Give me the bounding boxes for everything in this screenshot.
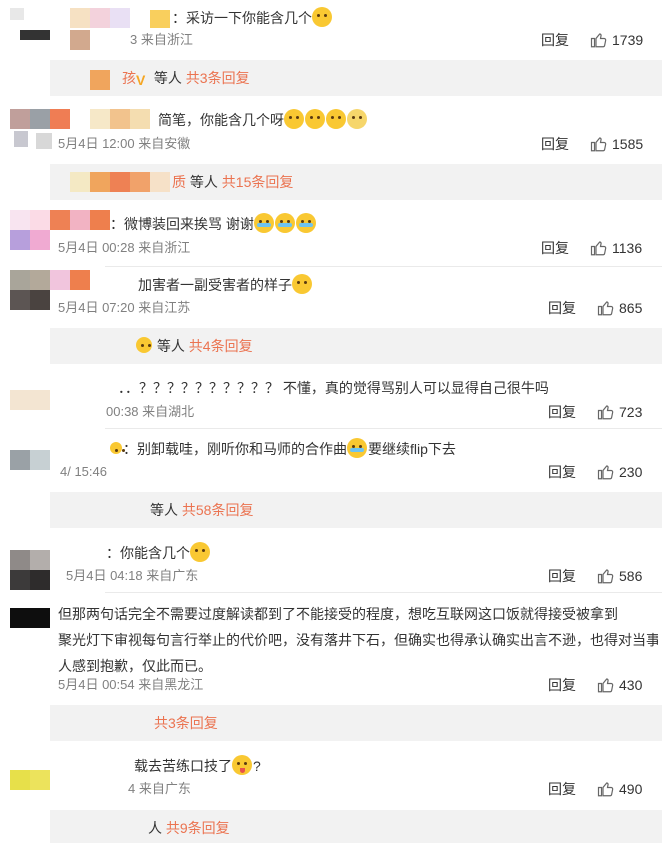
divider xyxy=(105,428,662,429)
reply-button[interactable]: 回复 xyxy=(541,31,569,49)
avatar[interactable] xyxy=(10,210,50,250)
subreply-bar[interactable]: 质 等人 共15条回复 xyxy=(50,164,662,200)
reply-button[interactable]: 回复 xyxy=(548,567,576,585)
comment-text: ：采访一下你能含几个 xyxy=(172,10,312,26)
comment-meta: 4/ 15:46 xyxy=(60,464,107,479)
like-count: 1585 xyxy=(612,136,644,152)
like-count: 865 xyxy=(619,300,643,316)
thumbs-up-icon xyxy=(590,137,607,152)
thumbs-up-icon xyxy=(590,241,607,256)
like-button[interactable]: 230 xyxy=(597,463,642,481)
avatar[interactable] xyxy=(10,608,50,628)
subreply-bar[interactable]: 等人 共58条回复 xyxy=(50,492,662,528)
username-redacted[interactable] xyxy=(50,210,110,230)
comment-text: ．．？？？？？？？？？？ 不懂，真的觉得骂别人可以显得自己很牛吗 xyxy=(118,380,549,396)
comment-meta: 3 来自浙江 xyxy=(130,32,193,47)
divider xyxy=(105,266,662,267)
like-count: 723 xyxy=(619,404,643,420)
comment-text: 加害者一副受害者的样子 xyxy=(138,277,292,293)
emoji-icon xyxy=(136,337,152,353)
thumbs-up-icon xyxy=(597,465,614,480)
subreply-count[interactable]: 共9条回复 xyxy=(166,820,230,836)
thumbs-up-icon xyxy=(597,782,614,797)
like-button[interactable]: 586 xyxy=(597,567,642,585)
comment-text: ：别卸载哇，刚听你和马师的合作曲 xyxy=(123,441,347,457)
like-count: 586 xyxy=(619,568,643,584)
emoji-icon xyxy=(312,7,332,27)
subreply-bar[interactable]: 等人 共4条回复 xyxy=(50,328,662,364)
avatar[interactable] xyxy=(10,390,50,410)
subreply-who: 等人 xyxy=(156,338,185,354)
subreply-count[interactable]: 共3条回复 xyxy=(154,715,218,731)
username-redacted[interactable] xyxy=(50,270,90,290)
thumbs-up-icon xyxy=(597,678,614,693)
emoji-icon xyxy=(232,755,252,775)
reply-button[interactable]: 回复 xyxy=(548,463,576,481)
comment-text: 但那两句话完全不需要过度解读都到了不能接受的程度，想吃互联网这口饭就得接受被拿到… xyxy=(58,606,658,674)
comment-meta: 5月4日 12:00 来自安徽 xyxy=(58,136,191,151)
emoji-icon xyxy=(347,438,367,458)
like-count: 490 xyxy=(619,781,643,797)
reply-button[interactable]: 回复 xyxy=(548,299,576,317)
comment-meta: 5月4日 04:18 来自广东 xyxy=(66,568,199,583)
subreply-who: 等人 xyxy=(150,502,178,518)
like-button[interactable]: 1739 xyxy=(590,31,643,49)
subreply-count[interactable]: 共15条回复 xyxy=(222,174,294,190)
comment-meta: 4 来自广东 xyxy=(128,781,191,796)
subreply-count[interactable]: 共58条回复 xyxy=(182,502,254,518)
like-button[interactable]: 1585 xyxy=(590,135,643,153)
subreply-bar[interactable]: 共3条回复 xyxy=(50,705,662,741)
like-button[interactable]: 430 xyxy=(597,676,642,694)
subreply-who: 等人 xyxy=(189,174,218,190)
emoji-icon xyxy=(292,274,312,294)
avatar[interactable] xyxy=(10,550,50,590)
v-badge-icon: V xyxy=(136,72,146,88)
username-redacted[interactable] xyxy=(70,8,130,30)
comment-meta: 00:38 来自湖北 xyxy=(106,404,195,419)
like-count: 230 xyxy=(619,464,643,480)
subreply-count[interactable]: 共3条回复 xyxy=(186,70,250,86)
comment-text: ：你能含几个 xyxy=(106,545,190,561)
reply-button[interactable]: 回复 xyxy=(541,239,569,257)
avatar[interactable] xyxy=(10,270,50,310)
comment-meta: 5月4日 07:20 来自江苏 xyxy=(58,300,191,315)
subreply-bar[interactable]: 人 共9条回复 xyxy=(50,810,662,843)
avatar[interactable] xyxy=(10,8,52,42)
thumbs-up-icon xyxy=(590,33,607,48)
divider xyxy=(105,592,662,593)
comment-text: 简笔，你能含几个呀 xyxy=(158,112,284,128)
like-button[interactable]: 1136 xyxy=(590,239,642,257)
comment-text: ：微博装回来挨骂 谢谢 xyxy=(110,216,254,232)
like-count: 1739 xyxy=(612,32,644,48)
like-button[interactable]: 865 xyxy=(597,299,642,317)
reply-button[interactable]: 回复 xyxy=(541,135,569,153)
like-button[interactable]: 490 xyxy=(597,780,642,798)
subreply-who: 人 xyxy=(148,820,162,836)
emoji-icon xyxy=(295,213,316,233)
thumbs-up-icon xyxy=(597,569,614,584)
subreply-who: 等人 xyxy=(153,70,182,86)
reply-button[interactable]: 回复 xyxy=(548,780,576,798)
username-redacted[interactable] xyxy=(90,109,150,129)
reply-button[interactable]: 回复 xyxy=(548,676,576,694)
like-count: 430 xyxy=(619,677,643,693)
subreply-count[interactable]: 共4条回复 xyxy=(189,338,253,354)
emoji-icon xyxy=(347,109,367,129)
thumbs-up-icon xyxy=(597,301,614,316)
avatar[interactable] xyxy=(10,450,50,470)
emoji-icon xyxy=(190,542,210,562)
like-count: 1136 xyxy=(612,240,643,256)
comment-text: 载去苦练口技了 xyxy=(134,758,232,774)
reply-button[interactable]: 回复 xyxy=(548,403,576,421)
comment-meta: 5月4日 00:54 来自黑龙江 xyxy=(58,677,204,692)
like-button[interactable]: 723 xyxy=(597,403,642,421)
avatar[interactable] xyxy=(10,770,50,790)
subreply-bar[interactable]: 孩V 等人 共3条回复 xyxy=(50,60,662,96)
comment-meta: 5月4日 00:28 来自浙江 xyxy=(58,240,191,255)
thumbs-up-icon xyxy=(597,405,614,420)
